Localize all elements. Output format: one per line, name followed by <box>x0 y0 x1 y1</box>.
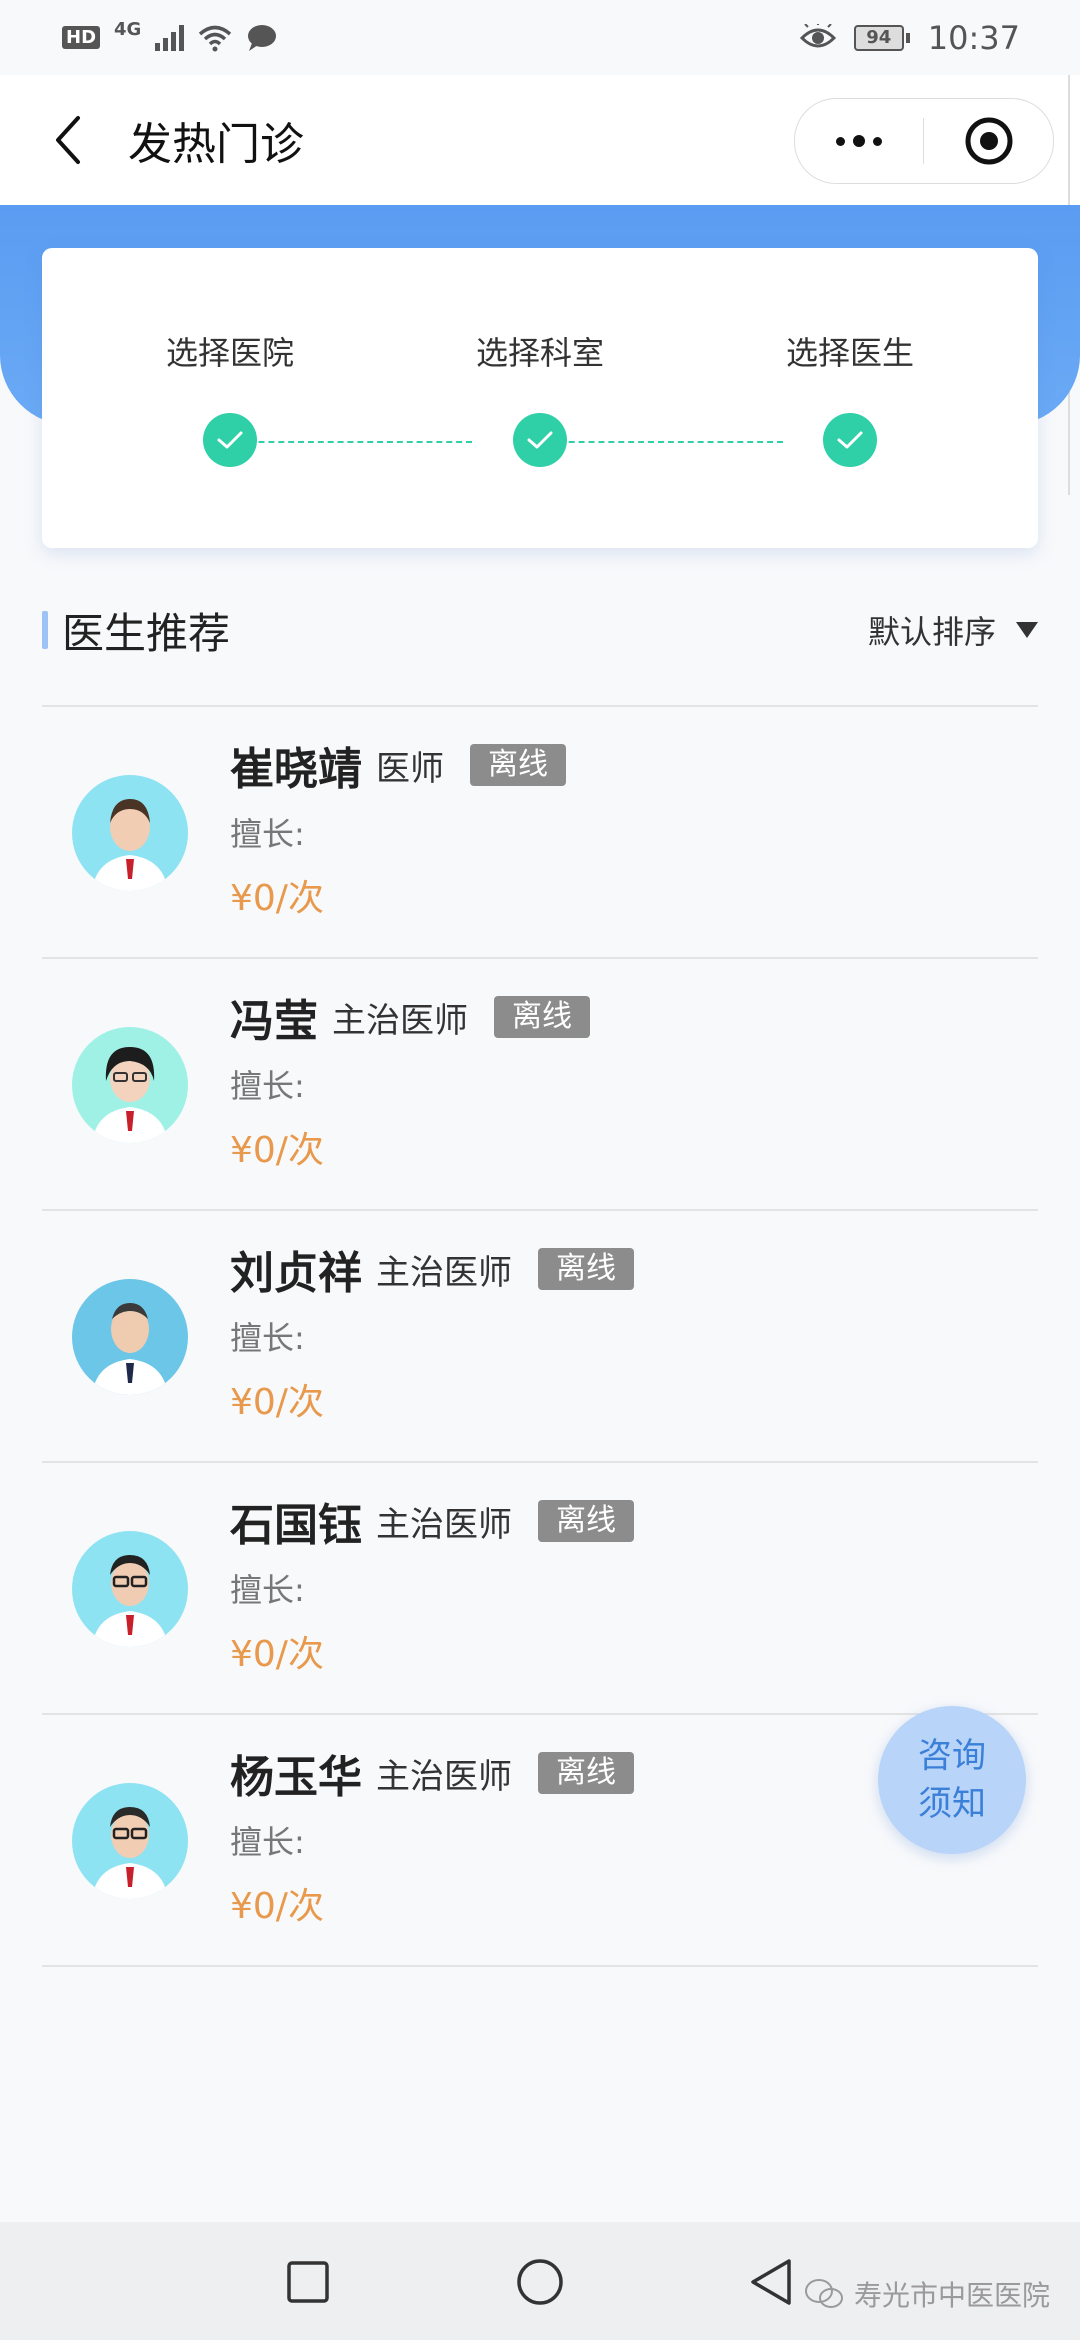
home-square-icon[interactable] <box>268 2244 348 2320</box>
doctor-name-line: 杨玉华 主治医师 离线 <box>230 1745 634 1803</box>
doctor-specialty: 擅长: <box>230 1319 305 1357</box>
consult-notice-button[interactable]: 咨询 须知 <box>878 1706 1026 1854</box>
status-left: HD 4G <box>62 19 278 52</box>
check-icon <box>203 413 257 467</box>
status-badge: 离线 <box>538 1248 634 1290</box>
doctor-price: ¥0/次 <box>230 878 324 919</box>
doctor-name-line: 崔晓靖 医师 离线 <box>230 737 566 795</box>
network-type: 4G <box>114 19 142 40</box>
doctor-info: 杨玉华 主治医师 离线 擅长: ¥0/次 <box>230 1745 634 1929</box>
section-accent-bar <box>42 611 48 649</box>
system-nav-bar: 寿光市中医医院 <box>0 2222 1080 2340</box>
status-badge: 离线 <box>494 996 590 1038</box>
doctor-title: 主治医师 <box>376 1756 512 1797</box>
nav-bar: 发热门诊 <box>0 75 1080 205</box>
step-connector <box>529 441 783 443</box>
doctor-price: ¥0/次 <box>230 1634 324 1675</box>
check-icon <box>823 413 877 467</box>
section-header: 医生推荐 默认排序 <box>42 590 1038 670</box>
back-triangle-icon[interactable] <box>730 2244 810 2320</box>
progress-steps-card: 选择医院 选择科室 选择医生 <box>42 248 1038 548</box>
page-title: 发热门诊 <box>128 119 304 170</box>
clock: 10:37 <box>927 18 1020 57</box>
doctor-specialty: 擅长: <box>230 1067 305 1105</box>
doctor-specialty: 擅长: <box>230 1571 305 1609</box>
step-label: 选择医院 <box>165 334 294 372</box>
status-bar: HD 4G 94 10:37 <box>0 0 1080 75</box>
sort-triangle-icon <box>1016 622 1038 638</box>
doctor-card[interactable]: 刘贞祥 主治医师 离线 擅长: ¥0/次 <box>42 1209 1038 1461</box>
doctor-title: 医师 <box>376 748 444 789</box>
doctor-avatar <box>72 1783 188 1899</box>
doctor-title: 主治医师 <box>376 1504 512 1545</box>
doctor-specialty: 擅长: <box>230 1823 305 1861</box>
close-target-icon[interactable] <box>924 99 1053 183</box>
consult-button-line2: 须知 <box>918 1784 986 1824</box>
doctor-name: 刘贞祥 <box>230 1248 362 1299</box>
doctor-card[interactable]: 石国钰 主治医师 离线 擅长: ¥0/次 <box>42 1461 1038 1713</box>
section-title-wrap: 医生推荐 <box>42 600 230 661</box>
status-badge: 离线 <box>470 744 566 786</box>
doctor-name-line: 石国钰 主治医师 离线 <box>230 1493 634 1551</box>
home-circle-icon[interactable] <box>500 2244 580 2320</box>
doctor-title: 主治医师 <box>332 1000 468 1041</box>
section-title: 医生推荐 <box>62 608 231 658</box>
doctor-price: ¥0/次 <box>230 1382 324 1423</box>
signal-icon <box>155 24 185 51</box>
doctor-name: 崔晓靖 <box>230 744 362 795</box>
battery-icon: 94 <box>853 24 910 51</box>
doctor-specialty: 擅长: <box>230 815 305 853</box>
more-icon[interactable] <box>795 99 923 183</box>
watermark: 寿光市中医医院 <box>804 2274 1050 2314</box>
sort-dropdown[interactable]: 默认排序 <box>868 607 1038 653</box>
hd-badge: HD <box>62 26 101 49</box>
doctor-avatar <box>72 1279 188 1395</box>
back-icon[interactable] <box>28 100 108 180</box>
eye-icon <box>799 23 836 47</box>
doctor-info: 刘贞祥 主治医师 离线 擅长: ¥0/次 <box>230 1241 634 1425</box>
doctor-info: 冯莹 主治医师 离线 擅长: ¥0/次 <box>230 989 590 1173</box>
watermark-text: 寿光市中医医院 <box>853 2279 1050 2312</box>
doctor-avatar <box>72 775 188 891</box>
doctor-name: 杨玉华 <box>230 1752 362 1803</box>
doctor-name-line: 冯莹 主治医师 离线 <box>230 989 590 1047</box>
wifi-icon <box>199 25 232 51</box>
step-label: 选择科室 <box>475 334 604 372</box>
sort-label: 默认排序 <box>867 613 996 651</box>
battery-level: 94 <box>853 24 904 51</box>
doctor-title: 主治医师 <box>376 1252 512 1293</box>
doctor-avatar <box>72 1531 188 1647</box>
doctor-name-line: 刘贞祥 主治医师 离线 <box>230 1241 634 1299</box>
status-badge: 离线 <box>538 1500 634 1542</box>
consult-button-line1: 咨询 <box>918 1736 986 1776</box>
doctor-price: ¥0/次 <box>230 1130 324 1171</box>
wechat-icon <box>804 2279 843 2308</box>
doctor-name: 冯莹 <box>230 996 318 1047</box>
doctor-price: ¥0/次 <box>230 1886 324 1927</box>
doctor-name: 石国钰 <box>230 1500 362 1551</box>
check-icon <box>513 413 567 467</box>
mini-program-capsule <box>794 98 1054 184</box>
message-icon <box>248 24 277 51</box>
doctor-info: 崔晓靖 医师 离线 擅长: ¥0/次 <box>230 737 566 921</box>
status-right: 94 10:37 <box>799 18 1020 57</box>
doctor-card[interactable]: 冯莹 主治医师 离线 擅长: ¥0/次 <box>42 957 1038 1209</box>
doctor-card[interactable]: 崔晓靖 医师 离线 擅长: ¥0/次 <box>42 705 1038 957</box>
doctor-avatar <box>72 1027 188 1143</box>
doctor-info: 石国钰 主治医师 离线 擅长: ¥0/次 <box>230 1493 634 1677</box>
status-badge: 离线 <box>538 1752 634 1794</box>
step-label: 选择医生 <box>785 334 914 372</box>
